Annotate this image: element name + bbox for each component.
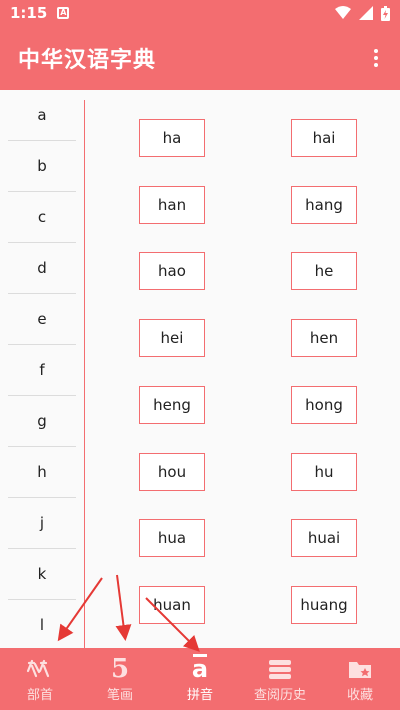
- letter-item-f[interactable]: f: [8, 345, 76, 396]
- battery-icon: [381, 5, 390, 21]
- more-dots-icon: [374, 49, 378, 53]
- letter-item-e[interactable]: e: [8, 294, 76, 345]
- letter-item-k[interactable]: k: [8, 549, 76, 600]
- radical-icon: [26, 656, 54, 682]
- pinyin-button-hu[interactable]: hu: [291, 452, 357, 491]
- app-title: 中华汉语字典: [18, 48, 157, 73]
- favorites-folder-icon: [347, 656, 373, 682]
- more-options-button[interactable]: [352, 34, 400, 82]
- pinyin-button-hua[interactable]: hua: [139, 519, 205, 558]
- pinyin-button-hai[interactable]: hai: [291, 119, 357, 157]
- pinyin-button-hang[interactable]: hang: [291, 185, 357, 224]
- letter-item-c[interactable]: c: [8, 192, 76, 243]
- pinyin-button-hong[interactable]: hong: [291, 385, 357, 424]
- nav-label: 收藏: [346, 687, 373, 703]
- app-bar: 中华汉语字典: [0, 26, 400, 90]
- letter-item-h[interactable]: h: [8, 447, 76, 498]
- letter-item-a[interactable]: a: [8, 90, 76, 141]
- pinyin-a-icon: a: [191, 653, 209, 683]
- letter-item-g[interactable]: g: [8, 396, 76, 447]
- pinyin-button-han[interactable]: han: [139, 185, 205, 224]
- nav-label: 笔画: [106, 687, 133, 703]
- letter-item-l[interactable]: l: [8, 600, 76, 648]
- bottom-navigation: 部首 5 笔画 a 拼音 查阅历史 收藏: [0, 648, 400, 710]
- pinyin-button-hei[interactable]: hei: [139, 319, 205, 358]
- status-icons: [335, 5, 390, 21]
- status-bar: 1:15 A: [0, 0, 400, 26]
- pinyin-button-hao[interactable]: hao: [139, 252, 205, 291]
- pinyin-button-hen[interactable]: hen: [291, 319, 357, 358]
- wifi-icon: [335, 6, 351, 19]
- letter-item-d[interactable]: d: [8, 243, 76, 294]
- pinyin-button-huang[interactable]: huang: [291, 585, 357, 624]
- pinyin-button-heng[interactable]: heng: [139, 385, 205, 424]
- nav-item-favorites-folder[interactable]: 收藏: [320, 648, 400, 710]
- nav-label: 查阅历史: [253, 687, 306, 703]
- notification-a-icon: A: [57, 7, 70, 19]
- pinyin-button-huan[interactable]: huan: [139, 585, 205, 624]
- history-books-icon: [267, 656, 293, 682]
- status-time: 1:15: [10, 4, 48, 22]
- nav-item-history-books[interactable]: 查阅历史: [240, 648, 320, 710]
- letter-index-list[interactable]: abcdefghjkl: [8, 90, 76, 648]
- pinyin-button-hou[interactable]: hou: [139, 452, 205, 491]
- pinyin-grid: ha hai han hang hao he hei hen heng hong hou hu hua h…: [85, 90, 400, 648]
- pinyin-button-huai[interactable]: huai: [291, 519, 357, 558]
- nav-label: 部首: [26, 687, 53, 703]
- letter-item-j[interactable]: j: [8, 498, 76, 549]
- letter-item-b[interactable]: b: [8, 141, 76, 192]
- nav-label: 拼音: [186, 687, 213, 703]
- content-area: abcdefghjkl ha hai han hang hao he hei hen heng h…: [0, 90, 400, 648]
- nav-item-pinyin-a[interactable]: a 拼音: [160, 648, 240, 710]
- signal-icon: [359, 6, 373, 20]
- nav-item-radical[interactable]: 部首: [0, 648, 80, 710]
- pinyin-button-ha[interactable]: ha: [139, 119, 205, 157]
- stroke-5-icon: 5: [110, 653, 130, 684]
- pinyin-button-he[interactable]: he: [291, 252, 357, 291]
- nav-item-stroke-5[interactable]: 5 笔画: [80, 648, 160, 710]
